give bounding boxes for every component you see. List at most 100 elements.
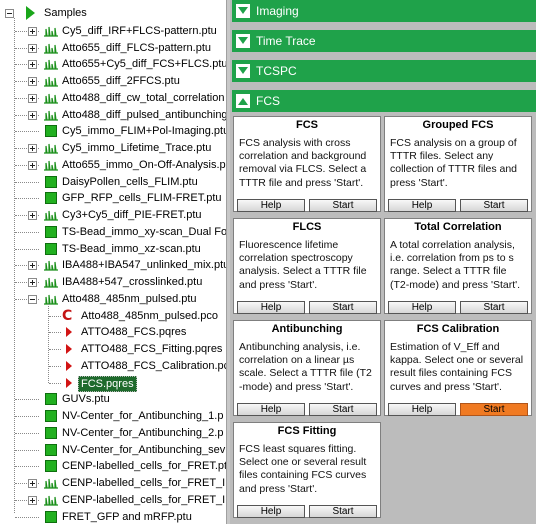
help-button[interactable]: Help [388, 403, 456, 416]
ptu-trace-icon [44, 75, 58, 87]
analysis-card-grouped-fcs: Grouped FCS FCS analysis on a group of TT… [384, 116, 532, 212]
expand-icon[interactable] [28, 211, 37, 220]
ptu-trace-icon [44, 209, 58, 221]
ptu-trace-icon [44, 42, 58, 54]
card-title: FCS [296, 119, 318, 131]
tree-item-label: Cy3+Cy5_diff_PIE-FRET.ptu [62, 209, 202, 221]
expand-icon[interactable] [28, 278, 37, 287]
tree-child-item[interactable]: C Atto488_485nm_pulsed.pco [0, 308, 226, 324]
start-button[interactable]: Start [460, 199, 528, 212]
chevron-up-icon [236, 94, 250, 108]
help-button[interactable]: Help [237, 199, 305, 212]
tree-item[interactable]: Atto655+Cy5_diff_FCS+FLCS.ptu [0, 56, 226, 72]
tree-item-label: IBA488+IBA547_unlinked_mix.ptu [62, 259, 226, 272]
expand-icon[interactable] [28, 26, 37, 36]
pco-c-icon: C [62, 307, 73, 324]
tree-item[interactable]: Atto488_485nm_pulsed.ptu [0, 291, 226, 307]
expand-icon[interactable] [28, 160, 37, 170]
expand-icon[interactable] [28, 144, 37, 153]
tree-item[interactable]: TS-Bead_immo_xy-scan_Dual Fo [0, 224, 226, 240]
section-header-imaging[interactable]: Imaging [232, 0, 536, 22]
help-button[interactable]: Help [237, 403, 305, 416]
analysis-card-fcs-calibration: FCS Calibration Estimation of V_Eff and k… [384, 320, 532, 416]
expand-icon[interactable] [28, 60, 37, 70]
tree-item[interactable]: Cy5_diff_IRF+FLCS-pattern.ptu [0, 23, 226, 39]
section-header-fcs[interactable]: FCS [232, 90, 536, 112]
chevron-down-icon [236, 64, 250, 78]
start-button[interactable]: Start [309, 505, 377, 518]
tree-item[interactable]: NV-Center_for_Antibunching_1.p [0, 408, 226, 424]
section-title: Time Trace [256, 34, 316, 48]
analysis-card-total-correlation: Total Correlation A total correlation ana… [384, 218, 532, 314]
tree-item[interactable]: DaisyPollen_cells_FLIM.ptu [0, 174, 226, 190]
tree-child-item[interactable]: FCS.pqres [0, 375, 226, 392]
tree-item[interactable]: NV-Center_for_Antibunching_sev [0, 442, 226, 458]
expand-icon[interactable] [28, 93, 37, 103]
sample-tree[interactable]: Samples Cy5_diff_IRF+FLCS-pattern.ptu Atto… [0, 0, 226, 524]
tree-item-label-selected: FCS.pqres [78, 375, 137, 392]
help-button[interactable]: Help [388, 199, 456, 212]
expand-icon[interactable] [28, 110, 37, 120]
tree-child-item[interactable]: ATTO488_FCS.pqres [0, 324, 226, 340]
ptu-trace-icon [44, 109, 58, 121]
tree-item[interactable]: IBA488+IBA547_unlinked_mix.ptu [0, 257, 226, 273]
expand-icon[interactable] [28, 261, 37, 271]
pqres-arrow-icon [66, 360, 72, 371]
help-button[interactable]: Help [388, 301, 456, 314]
tree-item[interactable]: NV-Center_for_Antibunching_2.p [0, 425, 226, 441]
start-button[interactable]: Start [460, 403, 528, 416]
tree-item[interactable]: IBA488+547_crosslinked.ptu [0, 274, 226, 290]
tree-item[interactable]: Atto488_diff_cw_total_correlation [0, 90, 226, 106]
expand-icon[interactable] [28, 77, 37, 86]
expand-icon[interactable] [28, 479, 37, 488]
tree-item[interactable]: CENP-labelled_cells_for_FRET_IR [0, 475, 226, 491]
tree-child-item[interactable]: ATTO488_FCS_Fitting.pqres [0, 341, 226, 357]
section-header-time-trace[interactable]: Time Trace [232, 30, 536, 52]
image-square-icon [45, 510, 57, 523]
tree-branch-line [15, 131, 39, 133]
tree-branch-line [15, 449, 39, 451]
section-header-tcspc[interactable]: TCSPC [232, 60, 536, 82]
tree-item[interactable]: Atto655_diff_2FFCS.ptu [0, 73, 226, 89]
analysis-pane: Imaging Time Trace TCSPC FCS FCS FCS analysis… [230, 0, 536, 524]
card-title: FCS Calibration [416, 323, 500, 335]
section-title: TCSPC [256, 64, 297, 78]
tree-root-label: Samples [44, 7, 87, 19]
tree-item[interactable]: CENP-labelled_cells_for_FRET.ptu [0, 458, 226, 474]
help-button[interactable]: Help [237, 301, 305, 314]
analysis-card-fcs: FCS FCS analysis with cross correlation a… [233, 116, 381, 212]
start-button[interactable]: Start [309, 403, 377, 416]
tree-item-label: GUVs.ptu [62, 393, 110, 406]
tree-item-label: TS-Bead_immo_xy-scan_Dual Fo [62, 225, 226, 238]
collapse-icon[interactable] [28, 294, 37, 304]
tree-child-item[interactable]: ATTO488_FCS_Calibration.pc [0, 358, 226, 374]
tree-item[interactable]: GUVs.ptu [0, 391, 226, 407]
expand-icon[interactable] [28, 43, 37, 53]
start-button[interactable]: Start [460, 301, 528, 314]
tree-item-label: NV-Center_for_Antibunching_sev [62, 443, 226, 456]
tree-branch-line [49, 349, 61, 350]
tree-item[interactable]: Atto655_immo_On-Off-Analysis.p [0, 157, 226, 173]
tree-item-label: TS-Bead_immo_xz-scan.ptu [62, 242, 201, 255]
start-button[interactable]: Start [309, 199, 377, 212]
tree-branch-line [49, 332, 61, 334]
start-button[interactable]: Start [309, 301, 377, 314]
help-button[interactable]: Help [237, 505, 305, 518]
tree-item[interactable]: TS-Bead_immo_xz-scan.ptu [0, 241, 226, 257]
tree-item[interactable]: GFP_RFP_cells_FLIM-FRET.ptu [0, 190, 226, 206]
tree-item[interactable]: Cy5_immo_Lifetime_Trace.ptu [0, 140, 226, 156]
tree-item[interactable]: FRET_GFP and mRFP.ptu [0, 509, 226, 524]
tree-item[interactable]: Cy3+Cy5_diff_PIE-FRET.ptu [0, 207, 226, 223]
tree-item[interactable]: Cy5_immo_FLIM+Pol-Imaging.ptu [0, 123, 226, 139]
collapse-icon[interactable] [5, 9, 14, 18]
expand-icon[interactable] [28, 495, 37, 505]
tree-item-label: Atto488_diff_cw_total_correlation [62, 91, 225, 104]
tree-item[interactable]: CENP-labelled_cells_for_FRET_IR [0, 492, 226, 508]
tree-branch-line [15, 399, 39, 401]
tree-item-label: Atto655_immo_On-Off-Analysis.p [62, 158, 226, 171]
tree-item-label: CENP-labelled_cells_for_FRET.ptu [62, 460, 226, 473]
tree-item[interactable]: Atto488_diff_pulsed_antibunching [0, 107, 226, 123]
tree-item-label: Atto488_485nm_pulsed.pco [81, 309, 218, 322]
image-square-icon [45, 192, 57, 205]
tree-item[interactable]: Atto655_diff_FLCS-pattern.ptu [0, 40, 226, 56]
